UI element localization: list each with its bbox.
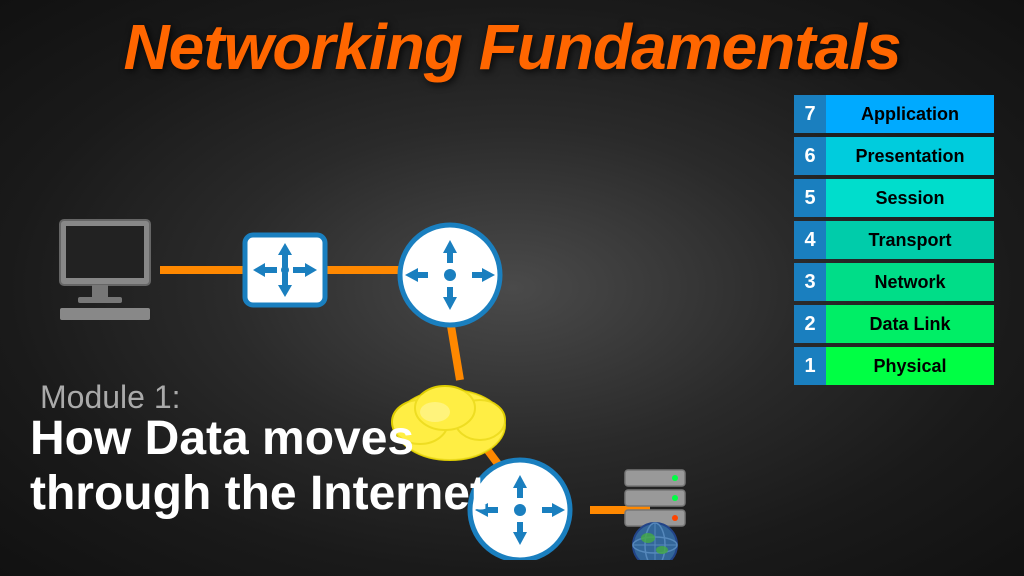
osi-label-5: Session <box>826 179 994 217</box>
osi-num-2: 2 <box>794 305 826 343</box>
osi-label-1: Physical <box>826 347 994 385</box>
osi-num-4: 4 <box>794 221 826 259</box>
computer-icon <box>60 220 150 320</box>
osi-label-6: Presentation <box>826 137 994 175</box>
osi-label-4: Transport <box>826 221 994 259</box>
osi-label-3: Network <box>826 263 994 301</box>
page-title: Networking Fundamentals <box>0 10 1024 84</box>
osi-label-7: Application <box>826 95 994 133</box>
router1-icon <box>400 225 500 325</box>
osi-num-7: 7 <box>794 95 826 133</box>
osi-layer-5: 5 Session <box>794 179 994 217</box>
osi-layer-3: 3 Network <box>794 263 994 301</box>
osi-layer-1: 1 Physical <box>794 347 994 385</box>
osi-num-6: 6 <box>794 137 826 175</box>
osi-table: 7 Application 6 Presentation 5 Session 4… <box>794 95 994 389</box>
osi-layer-6: 6 Presentation <box>794 137 994 175</box>
osi-layer-4: 4 Transport <box>794 221 994 259</box>
subtitle-line2: through the Internet <box>30 467 486 520</box>
osi-layer-7: 7 Application <box>794 95 994 133</box>
osi-num-1: 1 <box>794 347 826 385</box>
osi-label-2: Data Link <box>826 305 994 343</box>
server-icon <box>625 470 685 560</box>
osi-num-5: 5 <box>794 179 826 217</box>
switch-icon <box>245 235 325 305</box>
osi-num-3: 3 <box>794 263 826 301</box>
osi-layer-2: 2 Data Link <box>794 305 994 343</box>
subtitle-line1: How Data moves <box>30 412 414 465</box>
module-subtitle: How Data moves through the Internet <box>30 411 486 521</box>
